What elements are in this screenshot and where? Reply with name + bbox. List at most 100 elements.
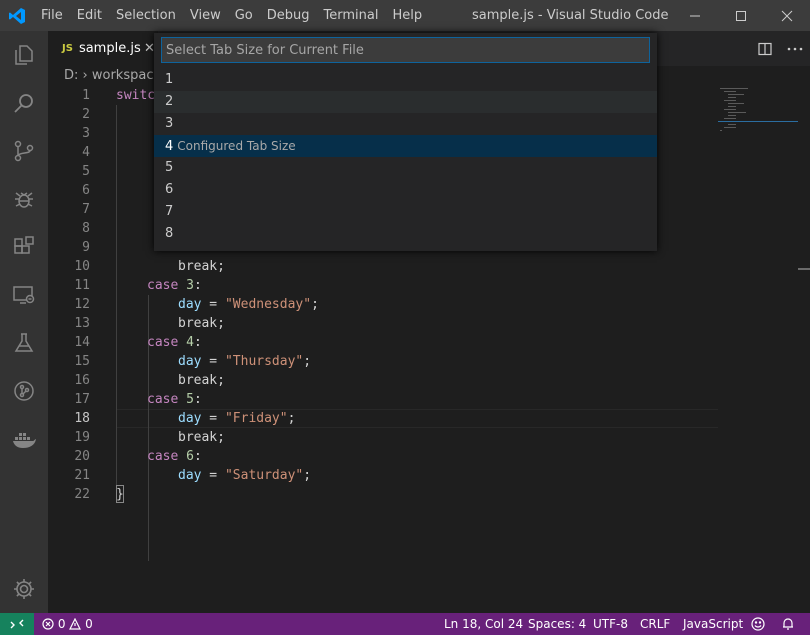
problems-indicator[interactable]: 0 0 [42, 613, 93, 635]
line-number: 3 [82, 126, 90, 141]
vertical-scrollbar[interactable] [798, 86, 810, 613]
split-editor-icon[interactable] [750, 31, 780, 66]
breadcrumb-folder[interactable]: workspace [92, 68, 162, 83]
maximize-button[interactable] [718, 0, 764, 31]
indentation-status[interactable]: Spaces: 4 [528, 613, 586, 635]
feedback-icon[interactable] [751, 613, 765, 635]
title-bar: File Edit Selection View Go Debug Termin… [0, 0, 810, 31]
line-number: 15 [74, 354, 90, 369]
code-line: switc [116, 88, 156, 103]
minimize-button[interactable] [672, 0, 718, 31]
menu-file[interactable]: File [34, 0, 70, 31]
line-number: 20 [74, 449, 90, 464]
error-icon [42, 617, 58, 631]
menu-debug[interactable]: Debug [260, 0, 317, 31]
window-title: sample.js - Visual Studio Code [472, 8, 669, 23]
line-number: 12 [74, 297, 90, 312]
line-number: 21 [74, 468, 90, 483]
tab-size-quick-pick: 1 2 3 4Configured Tab Size 5 6 7 8 [154, 33, 657, 251]
minimap[interactable] [718, 86, 798, 146]
language-mode[interactable]: JavaScript [683, 613, 743, 635]
warning-count: 0 [85, 617, 93, 631]
tab-sample-js[interactable]: JS sample.js ✕ [48, 31, 158, 66]
menu-view[interactable]: View [183, 0, 228, 31]
source-control-icon[interactable] [0, 127, 48, 175]
quick-pick-item[interactable]: 7 [154, 201, 657, 223]
breadcrumb: D: › workspace [64, 66, 161, 86]
line-number: 2 [82, 107, 90, 122]
javascript-file-icon: JS [62, 43, 73, 54]
code-line: break; [178, 259, 225, 274]
explorer-icon[interactable] [0, 31, 48, 79]
menu-go[interactable]: Go [228, 0, 260, 31]
bracket-match-highlight [116, 485, 124, 503]
error-count: 0 [57, 617, 66, 631]
code-line: break; [178, 373, 225, 388]
window-controls [672, 0, 810, 31]
vscode-logo-icon [0, 0, 34, 31]
breadcrumb-root[interactable]: D: [64, 68, 78, 83]
line-number: 19 [74, 430, 90, 445]
bell-icon[interactable] [781, 613, 795, 635]
line-number: 16 [74, 373, 90, 388]
docker-icon[interactable] [0, 415, 48, 463]
line-number: 17 [74, 392, 90, 407]
debug-icon[interactable] [0, 175, 48, 223]
cursor-position[interactable]: Ln 18, Col 24 [444, 613, 523, 635]
remote-icon[interactable] [0, 613, 34, 635]
quick-pick-item[interactable]: 5 [154, 157, 657, 179]
line-number: 11 [74, 278, 90, 293]
line-number: 1 [82, 88, 90, 103]
code-line: break; [178, 316, 225, 331]
quick-pick-item[interactable]: 2 [154, 91, 657, 113]
quick-pick-item-description: Configured Tab Size [177, 139, 296, 153]
menu-edit[interactable]: Edit [70, 0, 109, 31]
code-line: day = "Thursday"; [178, 354, 312, 369]
more-actions-icon[interactable] [780, 31, 810, 66]
quick-pick-item[interactable]: 1 [154, 69, 657, 91]
code-line: case 6: [147, 449, 202, 464]
line-number: 6 [82, 183, 90, 198]
quick-pick-item[interactable]: 3 [154, 113, 657, 135]
extensions-icon[interactable] [0, 223, 48, 271]
testing-icon[interactable] [0, 319, 48, 367]
line-number: 18 [74, 411, 90, 426]
search-icon[interactable] [0, 79, 48, 127]
code-line: case 3: [147, 278, 202, 293]
code-line: day = "Wednesday"; [178, 297, 319, 312]
menu-selection[interactable]: Selection [109, 0, 183, 31]
line-number: 4 [82, 145, 90, 160]
menu-terminal[interactable]: Terminal [317, 0, 386, 31]
status-bar: 0 0 Ln 18, Col 24 Spaces: 4 UTF-8 CRLF J… [0, 613, 810, 635]
encoding-status[interactable]: UTF-8 [593, 613, 628, 635]
activity-bar [0, 31, 48, 613]
remote-explorer-icon[interactable] [0, 271, 48, 319]
code-line: day = "Friday"; [178, 411, 296, 426]
menu-bar: File Edit Selection View Go Debug Termin… [34, 0, 429, 31]
code-line: case 4: [147, 335, 202, 350]
tab-label: sample.js [78, 41, 141, 56]
settings-gear-icon[interactable] [0, 565, 48, 613]
quick-pick-item[interactable]: 8 [154, 223, 657, 245]
line-number: 10 [74, 259, 90, 274]
editor-actions [750, 31, 810, 66]
line-number: 22 [74, 487, 90, 502]
line-number: 13 [74, 316, 90, 331]
code-line: break; [178, 430, 225, 445]
eol-status[interactable]: CRLF [640, 613, 670, 635]
line-number: 5 [82, 164, 90, 179]
git-graph-icon[interactable] [0, 367, 48, 415]
line-number: 7 [82, 202, 90, 217]
quick-pick-item[interactable]: 6 [154, 179, 657, 201]
menu-help[interactable]: Help [385, 0, 429, 31]
quick-pick-item-selected[interactable]: 4 Configured Tab Size [154, 135, 657, 157]
quick-pick-input[interactable] [161, 37, 650, 63]
scrollbar-cursor-marker [798, 268, 810, 270]
close-window-button[interactable] [764, 0, 810, 31]
warning-icon [69, 617, 85, 631]
code-line: case 5: [147, 392, 202, 407]
chevron-right-icon: › [82, 68, 92, 83]
line-number: 9 [82, 240, 90, 255]
code-line: day = "Saturday"; [178, 468, 312, 483]
line-number: 8 [82, 221, 90, 236]
